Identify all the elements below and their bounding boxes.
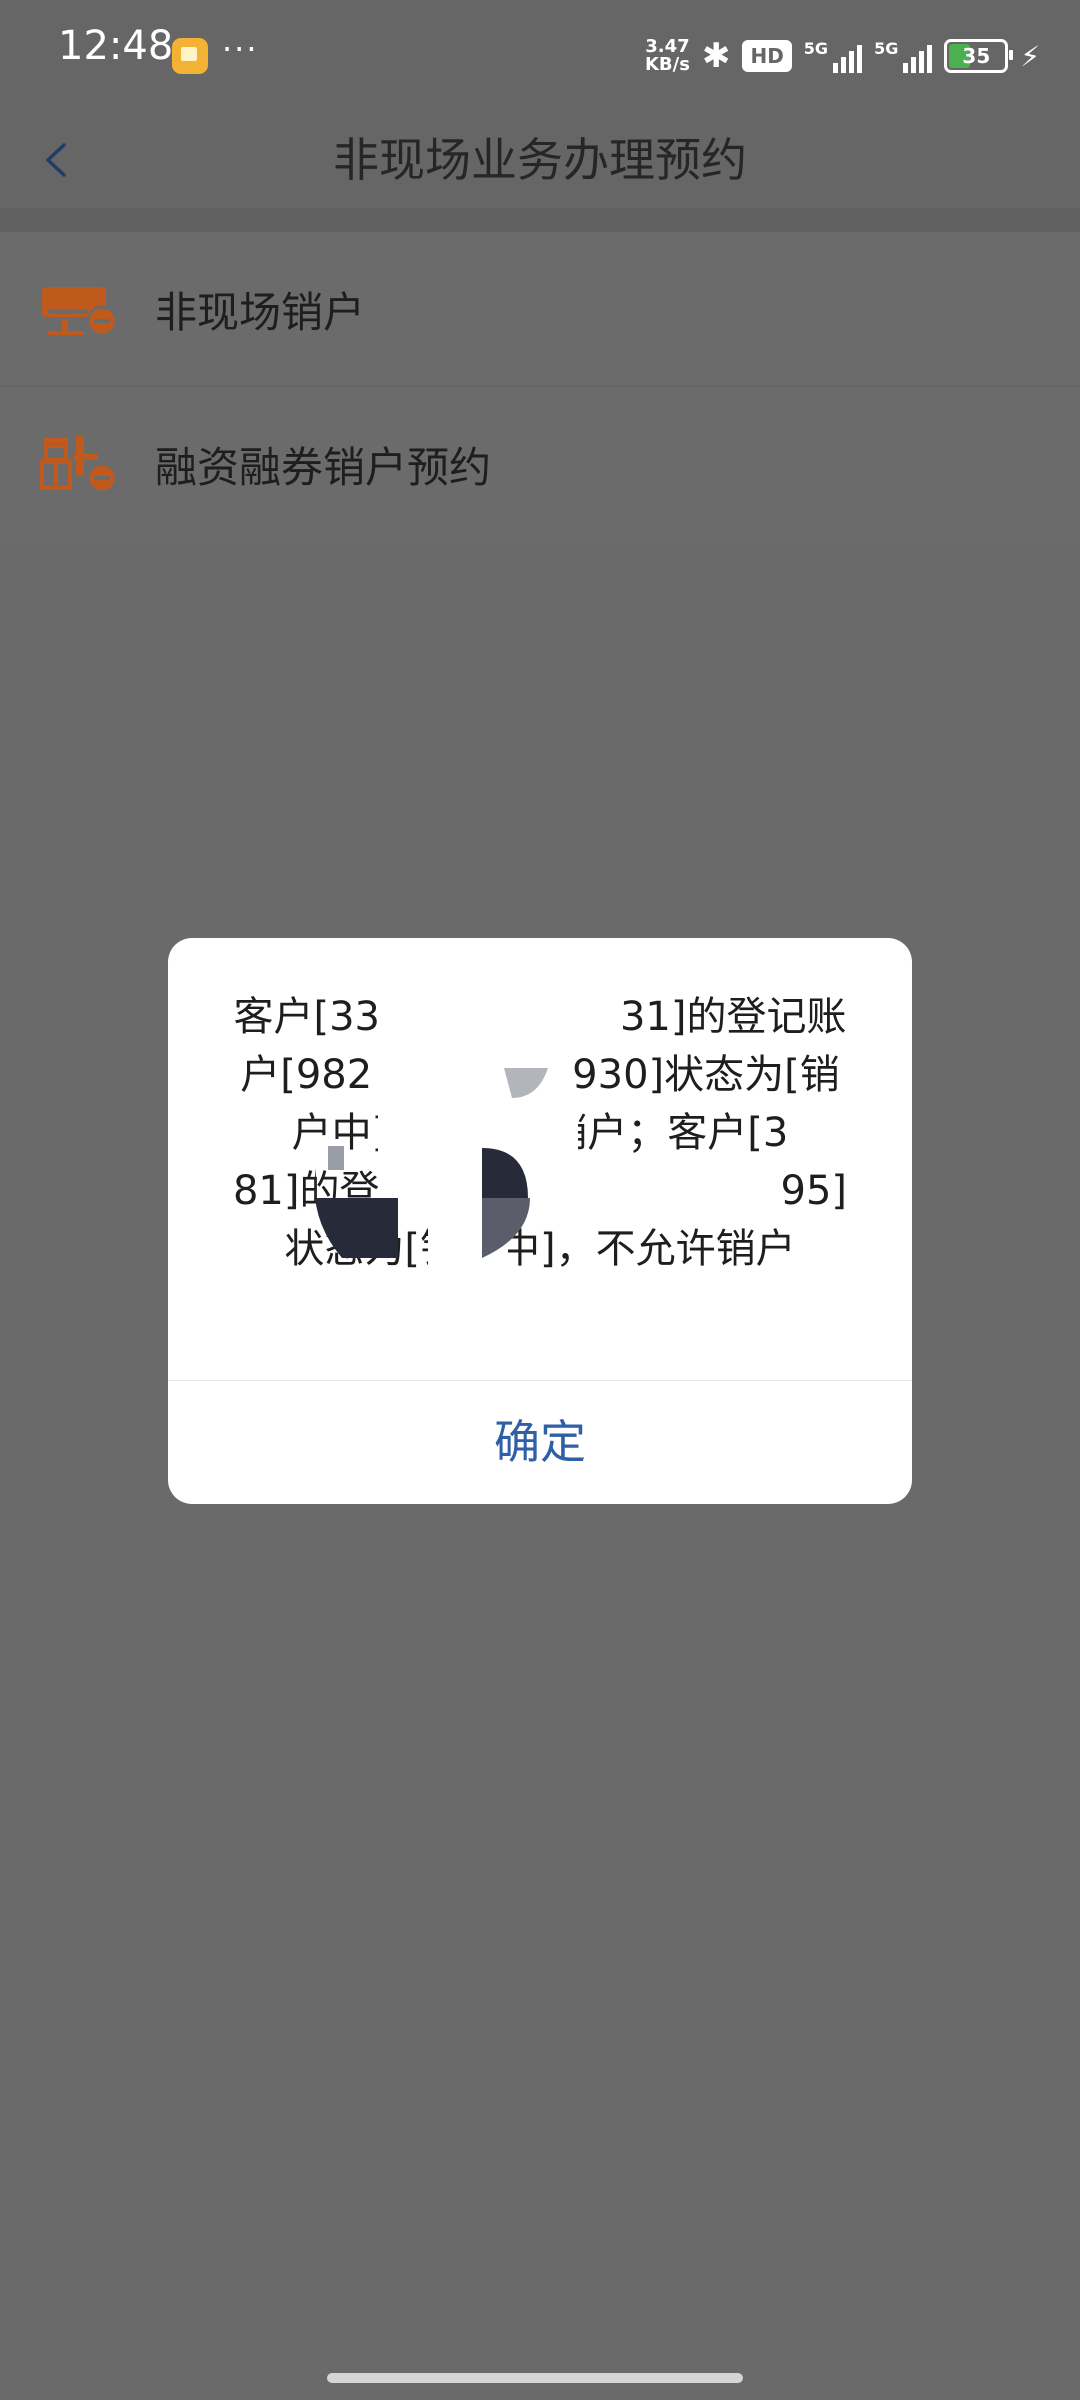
more-notifications-icon: ···: [222, 30, 259, 68]
battery-level: 35: [962, 44, 991, 68]
notification-icon: [172, 38, 208, 74]
redaction-graphic: [314, 1058, 578, 1298]
network-speed-unit: KB/s: [644, 54, 690, 75]
list-item-label: 非现场销户: [155, 287, 366, 337]
signal-icon: 5G: [874, 39, 933, 73]
margin-close-icon: [40, 436, 118, 494]
network-type: 5G: [803, 39, 829, 58]
alert-dialog: 客户[33 31]的登记账户[982 930]状态为[销户中]，不允许销户；客户…: [168, 938, 912, 1504]
confirm-button[interactable]: 确定: [168, 1381, 912, 1504]
battery-icon: 35: [944, 39, 1014, 73]
signal-icon: 5G: [803, 39, 863, 73]
bluetooth-icon: ✱: [701, 36, 731, 76]
clock: 12:48: [58, 23, 174, 69]
network-type: 5G: [874, 39, 899, 58]
page-title: 非现场业务办理预约: [333, 133, 747, 187]
section-gap: [0, 208, 1080, 232]
list-item-account-close[interactable]: 非现场销户: [0, 232, 1080, 386]
service-list: 非现场销户 融资融券销户预约: [0, 232, 1080, 540]
home-indicator[interactable]: [327, 2373, 743, 2383]
charging-icon: ⚡: [1020, 39, 1040, 73]
nav-header: 非现场业务办理预约: [0, 112, 1080, 208]
network-speed: 3.47 KB/s: [645, 38, 690, 74]
account-close-icon: [42, 287, 118, 337]
hd-voice-icon: HD: [742, 40, 792, 72]
list-item-margin-close[interactable]: 融资融券销户预约: [0, 386, 1080, 541]
status-bar: 12:48 ··· 3.47 KB/s ✱ HD 5G 5G 35 ⚡: [0, 0, 1080, 112]
status-icons: 3.47 KB/s ✱ HD 5G 5G 35 ⚡: [645, 32, 1040, 80]
list-item-label: 融资融券销户预约: [155, 442, 492, 492]
